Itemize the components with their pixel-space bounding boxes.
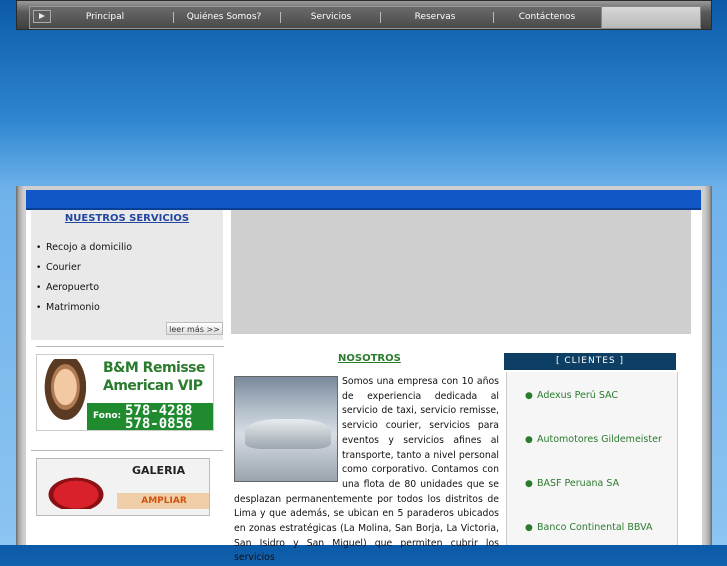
list-item: • Matrimonio xyxy=(36,298,132,318)
remisse-ad-banner[interactable]: B&M Remisse American VIP Fono: 578-4288 … xyxy=(36,354,214,431)
ad-title-line2: American VIP xyxy=(103,378,203,394)
nav-menu: Principal Quiénes Somos? Servicios Reser… xyxy=(29,6,616,29)
client-item[interactable]: ● BASF Peruana SA xyxy=(525,478,619,489)
nav-empty-slot xyxy=(601,6,701,29)
services-title[interactable]: NUESTROS SERVICIOS xyxy=(31,213,223,224)
header-bar xyxy=(26,190,701,210)
nav-item-servicios[interactable]: Servicios xyxy=(292,7,370,28)
nav-divider xyxy=(280,12,281,23)
list-item: • Recojo a domicilio xyxy=(36,238,132,258)
bullet-icon: • xyxy=(36,303,42,313)
bullet-icon: • xyxy=(36,283,42,293)
content-area: NUESTROS SERVICIOS • Recojo a domicilio •… xyxy=(26,210,702,563)
clientes-list: ● Adexus Perú SAC ● Automotores Gildemeist… xyxy=(506,372,678,545)
nav-divider xyxy=(493,12,494,23)
gallery-banner[interactable]: GALERIA AMPLIAR xyxy=(36,458,210,516)
bullet-icon: • xyxy=(36,263,42,273)
nav-divider xyxy=(173,12,174,23)
nav-item-quienes-somos[interactable]: Quiénes Somos? xyxy=(180,7,268,28)
nav-item-reservas[interactable]: Reservas xyxy=(398,7,472,28)
top-nav-bar: Principal Quiénes Somos? Servicios Reser… xyxy=(16,0,712,30)
read-more-button[interactable]: leer más >> xyxy=(166,322,223,335)
nav-divider xyxy=(380,12,381,23)
bullet-icon: ● xyxy=(525,391,533,401)
divider xyxy=(31,450,223,451)
play-icon[interactable] xyxy=(33,10,51,23)
ad-title-line1: B&M Remisse xyxy=(103,360,206,376)
nosotros-title[interactable]: NOSOTROS xyxy=(338,353,401,364)
services-list: • Recojo a domicilio • Courier • Aeropuerto… xyxy=(36,238,132,318)
bullet-icon: ● xyxy=(525,523,533,533)
nosotros-paragraph: Somos una empresa con 10 años de experie… xyxy=(234,376,499,564)
bullet-icon: ● xyxy=(525,435,533,445)
phone-strip: Fono: 578-4288 578-0856 xyxy=(87,403,213,431)
client-item[interactable]: ● Automotores Gildemeister xyxy=(525,434,662,445)
gallery-title: GALERIA xyxy=(132,464,186,477)
flash-banner-area xyxy=(231,210,691,334)
phone-number-2: 578-0856 xyxy=(125,416,193,431)
services-box: NUESTROS SERVICIOS • Recojo a domicilio •… xyxy=(31,210,223,340)
client-item[interactable]: ● Adexus Perú SAC xyxy=(525,390,618,401)
nav-item-contactenos[interactable]: Contáctenos xyxy=(505,7,589,28)
client-item[interactable]: ● Banco Continental BBVA xyxy=(525,522,652,533)
operator-photo xyxy=(39,359,87,429)
bullet-icon: • xyxy=(36,243,42,253)
divider xyxy=(36,346,224,347)
main-panel: NUESTROS SERVICIOS • Recojo a domicilio •… xyxy=(16,186,712,563)
clientes-header: [ CLIENTES ] xyxy=(504,353,676,370)
list-item: • Aeropuerto xyxy=(36,278,132,298)
bullet-icon: ● xyxy=(525,479,533,489)
ampliar-button[interactable]: AMPLIAR xyxy=(117,493,209,509)
red-car-image xyxy=(41,473,111,509)
fono-label: Fono: xyxy=(93,411,122,421)
nav-item-principal[interactable]: Principal xyxy=(70,7,140,28)
list-item: • Courier xyxy=(36,258,132,278)
